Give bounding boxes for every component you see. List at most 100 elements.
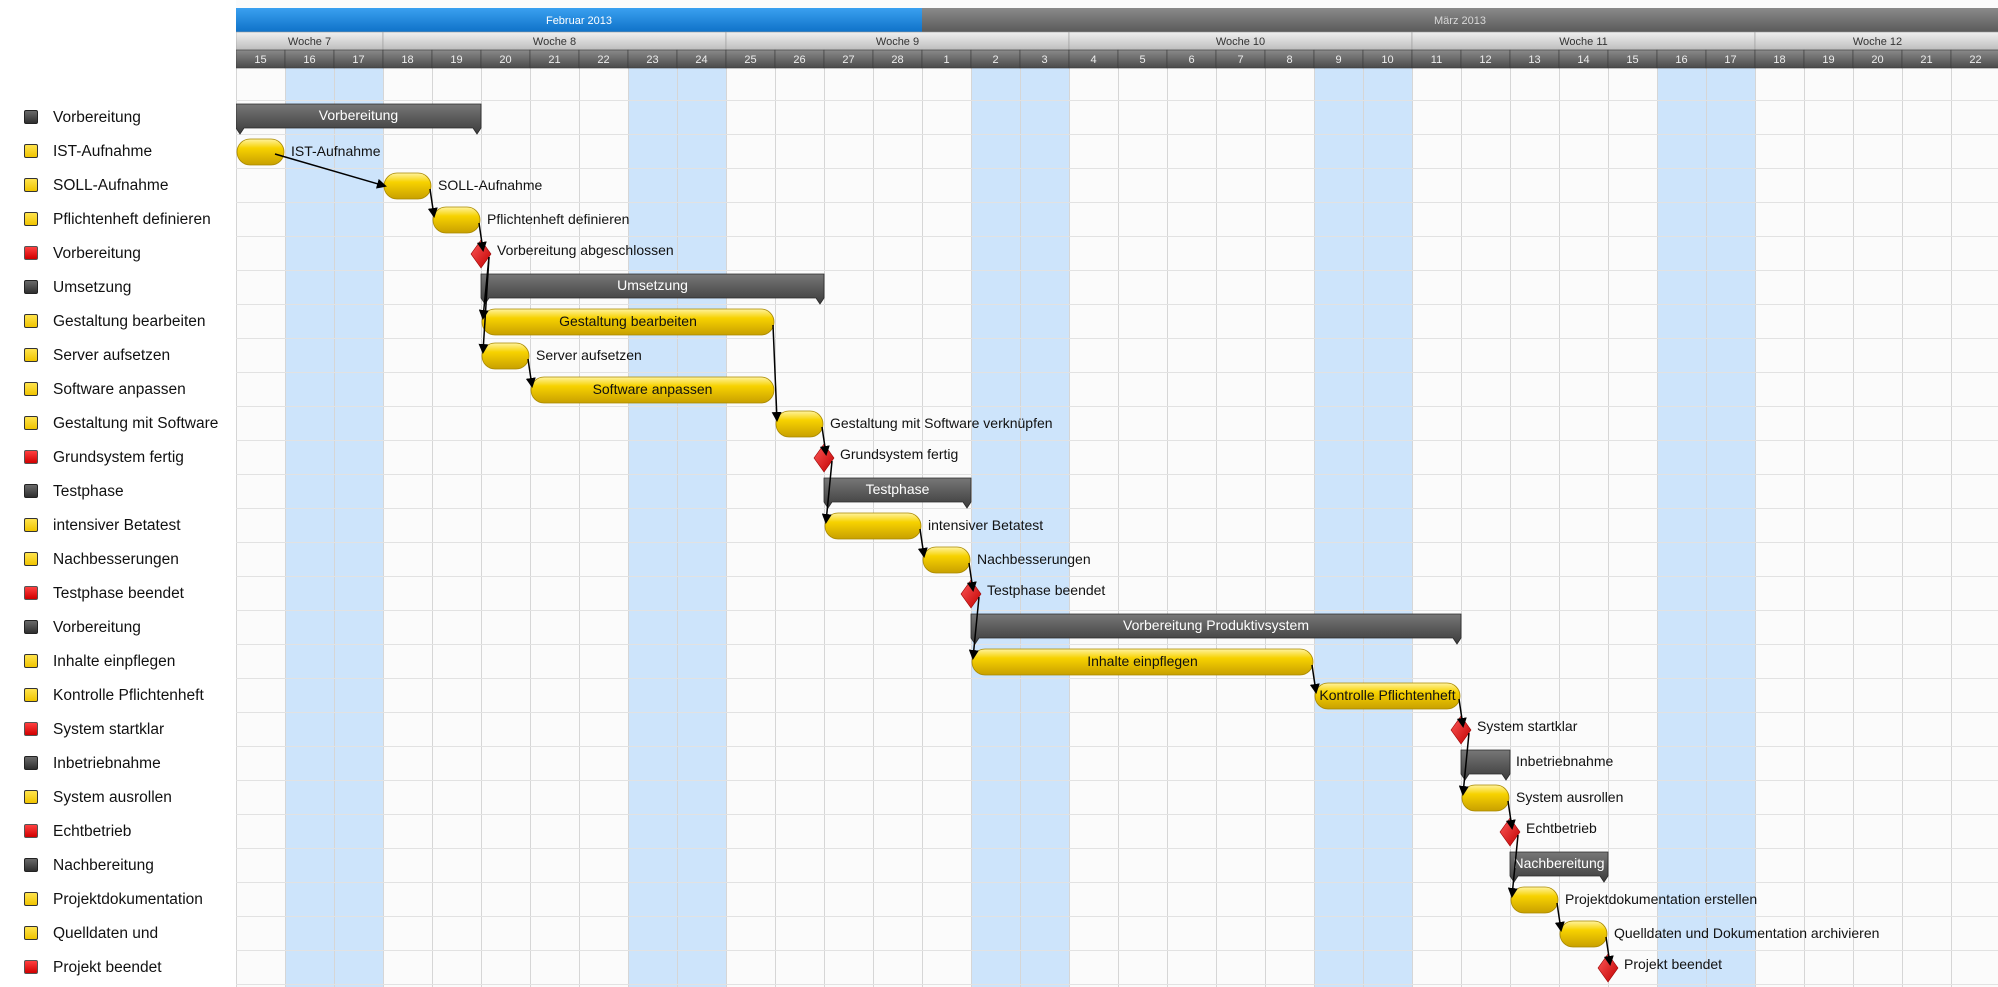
task-type-icon: [24, 416, 38, 430]
task-row[interactable]: Testphase beendet: [0, 576, 236, 610]
task-row[interactable]: intensiver Betatest: [0, 508, 236, 542]
day-label: 14: [1577, 54, 1589, 66]
summary-type-icon: [24, 484, 38, 498]
task-name: Inbetriebnahme: [53, 755, 161, 772]
task-name: Testphase beendet: [53, 585, 184, 602]
task-list-sidebar: Vorbereitung IST-Aufnahme SOLL-Aufnahme Pfl…: [0, 0, 236, 987]
task-row[interactable]: Umsetzung: [0, 270, 236, 304]
task-bar[interactable]: [775, 410, 824, 438]
summary-type-icon: [24, 756, 38, 770]
milestone-diamond[interactable]: [1597, 953, 1619, 983]
task-bar[interactable]: [383, 172, 432, 200]
task-name: IST-Aufnahme: [53, 143, 153, 160]
milestone-type-icon: [24, 960, 38, 974]
week-label: Woche 12: [1853, 36, 1902, 48]
bar-label: Vorbereitung: [319, 107, 398, 123]
task-row[interactable]: System startklar: [0, 712, 236, 746]
milestone-type-icon: [24, 450, 38, 464]
bar-label: Software anpassen: [593, 381, 713, 397]
day-label: 26: [793, 54, 805, 66]
task-row[interactable]: Kontrolle Pflichtenheft: [0, 678, 236, 712]
task-bar[interactable]: [481, 342, 530, 370]
task-row[interactable]: Inbetriebnahme: [0, 746, 236, 780]
task-row[interactable]: Inhalte einpflegen: [0, 644, 236, 678]
day-label: 13: [1528, 54, 1540, 66]
task-bar[interactable]: [824, 512, 922, 540]
task-row[interactable]: Vorbereitung: [0, 100, 236, 134]
task-name: Vorbereitung: [53, 109, 141, 126]
task-row[interactable]: Quelldaten und: [0, 916, 236, 950]
task-row[interactable]: Vorbereitung: [0, 610, 236, 644]
month-label: Februar 2013: [546, 15, 612, 27]
task-name: System ausrollen: [53, 789, 172, 806]
task-type-icon: [24, 212, 38, 226]
task-row[interactable]: Pflichtenheft definieren: [0, 202, 236, 236]
summary-type-icon: [24, 280, 38, 294]
bar-label: Projekt beendet: [1624, 956, 1722, 972]
day-label: 21: [1920, 54, 1932, 66]
weekend-column: [1706, 68, 1755, 987]
task-bar[interactable]: [1510, 886, 1559, 914]
bar-label: Gestaltung mit Software verknüpfen: [830, 415, 1053, 431]
task-name: Server aufsetzen: [53, 347, 171, 364]
task-bar[interactable]: [1559, 920, 1608, 948]
task-row[interactable]: Vorbereitung: [0, 236, 236, 270]
bar-label: Testphase beendet: [987, 582, 1105, 598]
task-bar[interactable]: [432, 206, 481, 234]
bar-label: Umsetzung: [617, 277, 688, 293]
task-row[interactable]: System ausrollen: [0, 780, 236, 814]
task-row[interactable]: SOLL-Aufnahme: [0, 168, 236, 202]
task-name: Umsetzung: [53, 279, 132, 296]
task-type-icon: [24, 348, 38, 362]
day-label: 27: [842, 54, 854, 66]
bar-label: Nachbesserungen: [977, 551, 1091, 567]
task-bar[interactable]: [922, 546, 971, 574]
task-row[interactable]: Server aufsetzen: [0, 338, 236, 372]
gantt-canvas: Februar 2013 März 2013 Woche 7 Woche 8 Woche…: [236, 8, 1998, 987]
bar-label: Vorbereitung Produktivsystem: [1123, 617, 1309, 633]
bar-label: Echtbetrieb: [1526, 820, 1597, 836]
task-name: System startklar: [53, 721, 165, 738]
weekend-column: [1657, 68, 1706, 987]
task-type-icon: [24, 926, 38, 940]
day-label: 2: [992, 54, 998, 66]
bar-label: Quelldaten und Dokumentation archivieren: [1614, 925, 1879, 941]
day-label: 20: [1871, 54, 1883, 66]
task-row[interactable]: Nachbesserungen: [0, 542, 236, 576]
day-label: 20: [499, 54, 511, 66]
task-name: Grundsystem fertig: [53, 449, 184, 466]
task-row[interactable]: Gestaltung mit Software: [0, 406, 236, 440]
task-row[interactable]: Grundsystem fertig: [0, 440, 236, 474]
task-type-icon: [24, 382, 38, 396]
week-label: Woche 7: [288, 36, 331, 48]
task-type-icon: [24, 144, 38, 158]
day-label: 18: [1773, 54, 1785, 66]
day-label: 17: [352, 54, 364, 66]
task-row[interactable]: IST-Aufnahme: [0, 134, 236, 168]
day-label: 17: [1724, 54, 1736, 66]
weekend-column: [1314, 68, 1363, 987]
task-row[interactable]: Software anpassen: [0, 372, 236, 406]
bar-label: Grundsystem fertig: [840, 446, 958, 462]
day-label: 22: [1969, 54, 1981, 66]
task-bar[interactable]: [1461, 784, 1510, 812]
task-row[interactable]: Projekt beendet: [0, 950, 236, 984]
task-row[interactable]: Nachbereitung: [0, 848, 236, 882]
bar-label: Server aufsetzen: [536, 347, 642, 363]
bar-label: Inbetriebnahme: [1516, 753, 1614, 769]
task-type-icon: [24, 688, 38, 702]
day-label: 22: [597, 54, 609, 66]
day-label: 6: [1188, 54, 1194, 66]
task-row[interactable]: Testphase: [0, 474, 236, 508]
task-bar[interactable]: [236, 138, 285, 166]
weekend-column: [285, 68, 334, 987]
bar-label: Inhalte einpflegen: [1087, 653, 1198, 669]
task-row[interactable]: Gestaltung bearbeiten: [0, 304, 236, 338]
milestone-type-icon: [24, 246, 38, 260]
day-label: 25: [744, 54, 756, 66]
summary-bar[interactable]: [1460, 749, 1511, 781]
task-type-icon: [24, 892, 38, 906]
day-label: 19: [450, 54, 462, 66]
task-row[interactable]: Echtbetrieb: [0, 814, 236, 848]
task-row[interactable]: Projektdokumentation: [0, 882, 236, 916]
